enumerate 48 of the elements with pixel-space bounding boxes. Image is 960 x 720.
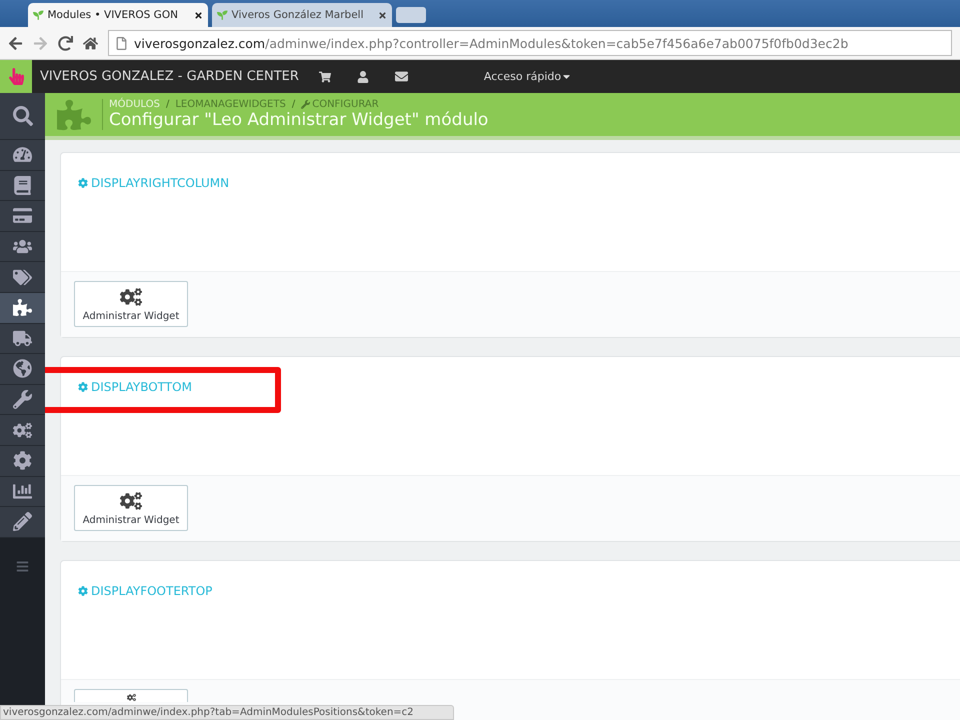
puzzle-icon[interactable]	[0, 292, 45, 324]
breadcrumb-separator: /	[292, 99, 296, 110]
page-icon	[115, 36, 128, 50]
cart-icon[interactable]	[318, 70, 331, 82]
quick-access-menu[interactable]: Acceso rápido	[484, 70, 572, 83]
browser-tab[interactable]: Viveros González Marbell	[212, 3, 392, 27]
address-bar[interactable]: viverosgonzalez.com/adminwe/index.php?controller=AdminModules&token=cab5e7f456a6e7ab0075f0fb0d3ec2b	[108, 30, 952, 56]
gears-icon[interactable]	[0, 415, 45, 446]
gears-icon	[120, 490, 142, 512]
tags-icon[interactable]	[0, 262, 45, 293]
back-icon[interactable]	[8, 36, 23, 50]
wrench-icon	[301, 100, 310, 109]
card-icon[interactable]	[0, 201, 45, 232]
hook-title: DISPLAYFOOTERTOP	[78, 584, 212, 598]
hook-title: DISPLAYRIGHTCOLUMN	[78, 176, 230, 190]
envelope-icon[interactable]	[394, 70, 408, 83]
page-title: Configurar "Leo Administrar Widget" módulo	[109, 110, 488, 130]
wrench-icon[interactable]	[0, 384, 45, 416]
user-icon[interactable]	[356, 70, 369, 82]
status-bar: viverosgonzalez.com/adminwe/index.php?tab=AdminModulesPositions&token=c2	[0, 705, 454, 720]
home-icon[interactable]	[83, 36, 98, 50]
close-icon[interactable]	[194, 10, 203, 20]
manage-widget-button[interactable]: Administrar Widget	[74, 485, 188, 531]
reload-icon[interactable]	[58, 36, 73, 50]
globe-icon[interactable]	[0, 354, 45, 385]
gear-icon	[78, 586, 88, 596]
gears-icon	[126, 693, 136, 702]
manage-widget-button[interactable]: Administrar Widget	[74, 281, 188, 327]
dashboard-icon[interactable]	[0, 140, 45, 171]
breadcrumb-separator: /	[166, 99, 170, 110]
sprout-icon	[217, 10, 228, 20]
pencil-icon[interactable]	[0, 507, 45, 538]
gear-icon	[78, 382, 88, 392]
bar-chart-icon[interactable]	[0, 476, 45, 508]
manage-widget-button[interactable]	[74, 689, 188, 702]
close-icon[interactable]	[378, 10, 387, 20]
hook-title: DISPLAYBOTTOM	[78, 380, 192, 394]
shop-name[interactable]: VIVEROS GONZALEZ - GARDEN CENTER	[40, 69, 299, 84]
search-icon[interactable]	[0, 93, 45, 140]
book-icon[interactable]	[0, 170, 45, 202]
sprout-icon	[33, 10, 44, 20]
puzzle-icon	[57, 98, 91, 132]
users-icon[interactable]	[0, 232, 45, 262]
gears-icon	[120, 286, 142, 308]
truck-icon[interactable]	[0, 324, 45, 354]
gear-icon	[78, 178, 88, 188]
gear-icon[interactable]	[0, 446, 45, 477]
browser-tab[interactable]: Modules • VIVEROS GON	[28, 3, 208, 27]
